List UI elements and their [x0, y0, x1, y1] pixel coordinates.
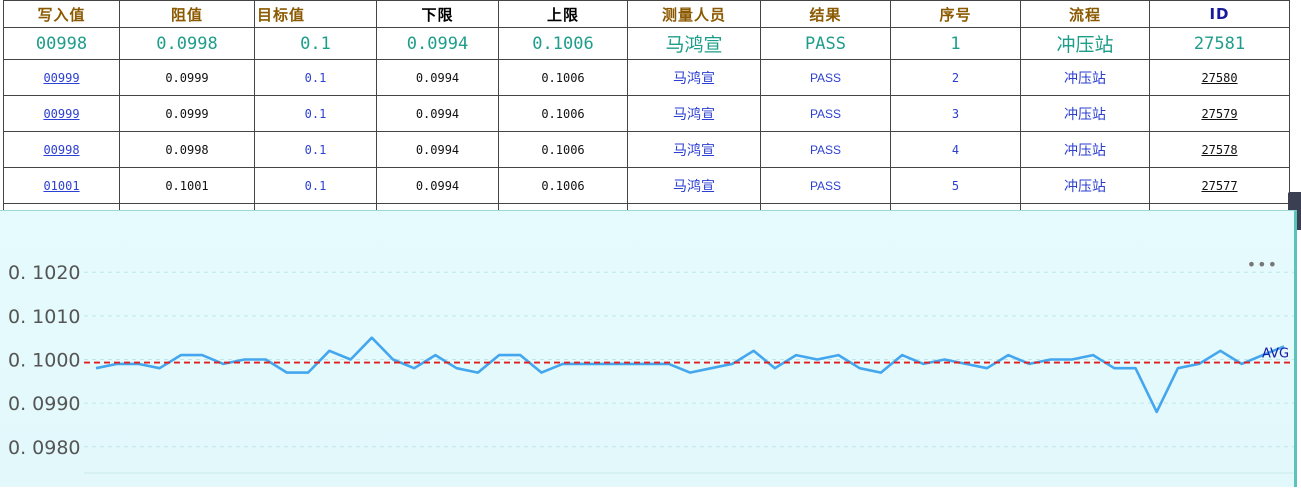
cell-operator: 马鸿宣: [627, 27, 761, 60]
table-row[interactable]: 00999 0.0999 0.1 0.0994 0.1006 马鸿宣 PASS …: [3, 59, 1290, 96]
cell-lower-limit: 0.0994: [376, 59, 499, 96]
cell-write-value-link[interactable]: 00999: [3, 59, 120, 96]
cell-operator: 马鸿宣: [627, 95, 761, 132]
line-chart: 0. 1020 0. 1010 0. 1000 0. 0990 0. 0980 AVG: [8, 262, 1294, 474]
cell-id-link[interactable]: 27577: [1149, 167, 1290, 204]
cell-resistance: 0.0998: [119, 27, 255, 60]
cell-process: 冲压站: [1020, 167, 1150, 204]
cell-write-value-link[interactable]: 00998: [3, 131, 120, 168]
cell-sequence: 4: [890, 131, 1021, 168]
table-row[interactable]: 00999 0.0999 0.1 0.0994 0.1006 马鸿宣 PASS …: [3, 95, 1290, 132]
cell-sequence: 5: [890, 167, 1021, 204]
table-row[interactable]: 00998 0.0998 0.1 0.0994 0.1006 马鸿宣 PASS …: [3, 131, 1290, 168]
cell-id: 27581: [1149, 27, 1290, 60]
cell-upper-limit: 0.1006: [498, 59, 628, 96]
y-tick-label: 0. 0990: [8, 393, 81, 415]
cell-write-value-link[interactable]: 01001: [3, 167, 120, 204]
cell-operator: 马鸿宣: [627, 59, 761, 96]
table-header-row: 写入值 阻值 目标值 下限 上限 测量人员 结果 序号 流程 ID: [3, 0, 1290, 28]
header-process: 流程: [1020, 0, 1150, 28]
more-options-icon[interactable]: •••: [1247, 255, 1278, 274]
cell-lower-limit: 0.0994: [376, 95, 499, 132]
header-result: 结果: [760, 0, 891, 28]
cell-lower-limit: 0.0994: [376, 167, 499, 204]
cell-target: 0.1: [254, 167, 377, 204]
cell-id-link[interactable]: 27579: [1149, 95, 1290, 132]
header-target: 目标值: [254, 0, 377, 28]
y-tick-label: 0. 1020: [8, 262, 81, 284]
table-row[interactable]: 01001 0.1001 0.1 0.0994 0.1006 马鸿宣 PASS …: [3, 167, 1290, 204]
cell-sequence: 1: [890, 27, 1021, 60]
cell-target: 0.1: [254, 27, 377, 60]
cell-result: PASS: [760, 27, 891, 60]
cell-target: 0.1: [254, 59, 377, 96]
cell-target: 0.1: [254, 95, 377, 132]
cell-operator: 马鸿宣: [627, 167, 761, 204]
cell-result: PASS: [760, 167, 891, 204]
avg-label: AVG: [1262, 347, 1289, 362]
series-line: [95, 336, 1285, 414]
header-upper-limit: 上限: [498, 0, 628, 28]
header-id: ID: [1149, 0, 1290, 28]
cell-lower-limit: 0.0994: [376, 131, 499, 168]
y-tick-label: 0. 0980: [8, 437, 81, 459]
cell-resistance: 0.1001: [119, 167, 255, 204]
cell-resistance: 0.0998: [119, 131, 255, 168]
cell-write-value-link[interactable]: 00999: [3, 95, 120, 132]
measurement-table: 写入值 阻值 目标值 下限 上限 测量人员 结果 序号 流程 ID 00998 …: [3, 0, 1290, 210]
cell-result: PASS: [760, 59, 891, 96]
cell-process: 冲压站: [1020, 95, 1150, 132]
header-write-value: 写入值: [3, 0, 120, 28]
cell-write-value: 00998: [3, 27, 120, 60]
cell-resistance: 0.0999: [119, 95, 255, 132]
cell-resistance: 0.0999: [119, 59, 255, 96]
cell-sequence: 2: [890, 59, 1021, 96]
header-operator: 测量人员: [627, 0, 761, 28]
cell-upper-limit: 0.1006: [498, 27, 628, 60]
header-lower-limit: 下限: [376, 0, 499, 28]
header-sequence: 序号: [890, 0, 1021, 28]
cell-id-link[interactable]: 27580: [1149, 59, 1290, 96]
cell-upper-limit: 0.1006: [498, 95, 628, 132]
cell-process: 冲压站: [1020, 27, 1150, 60]
cell-process: 冲压站: [1020, 59, 1150, 96]
cell-process: 冲压站: [1020, 131, 1150, 168]
y-tick-label: 0. 1010: [8, 306, 81, 328]
cell-operator: 马鸿宣: [627, 131, 761, 168]
cell-upper-limit: 0.1006: [498, 131, 628, 168]
cell-upper-limit: 0.1006: [498, 167, 628, 204]
cell-result: PASS: [760, 131, 891, 168]
table-row[interactable]: 00998 0.0998 0.1 0.0994 0.1006 马鸿宣 PASS …: [3, 27, 1290, 60]
y-tick-label: 0. 1000: [8, 350, 81, 372]
cell-target: 0.1: [254, 131, 377, 168]
cell-lower-limit: 0.0994: [376, 27, 499, 60]
cell-result: PASS: [760, 95, 891, 132]
cell-id-link[interactable]: 27578: [1149, 131, 1290, 168]
header-resistance: 阻值: [119, 0, 255, 28]
trend-chart-panel: 0. 1020 0. 1010 0. 1000 0. 0990 0. 0980 AVG •…: [0, 210, 1297, 487]
cell-sequence: 3: [890, 95, 1021, 132]
